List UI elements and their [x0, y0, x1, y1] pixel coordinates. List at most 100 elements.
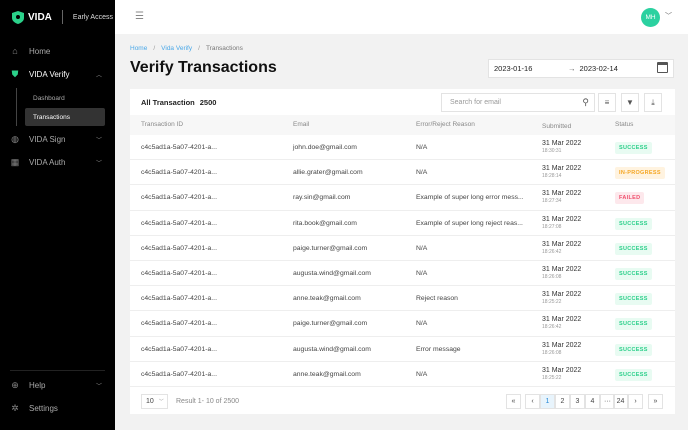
reason: N/A — [416, 144, 428, 151]
chevron-up-icon: ︿ — [95, 72, 102, 79]
breadcrumb-vida-verify[interactable]: Vida Verify — [161, 45, 192, 52]
fingerprint-icon: ◍ — [11, 133, 19, 144]
sidebar-item-label: Home — [29, 46, 51, 56]
sidebar-subitem-dashboard[interactable]: Dashboard — [25, 89, 105, 107]
calendar-icon[interactable] — [657, 62, 668, 73]
per-page-select[interactable]: 10 ﹀ — [141, 394, 168, 409]
end-date[interactable]: 2023-02-14 — [580, 64, 618, 73]
submitted: 31 Mar 2022 18:25:22 — [542, 366, 582, 381]
breadcrumb-current: Transactions — [205, 45, 243, 52]
search-input[interactable]: Search for email ⚲ — [441, 93, 595, 112]
transaction-id[interactable]: c4c5ad1a-5a07-4201-a... — [141, 295, 217, 302]
sidebar-item-settings[interactable]: ✲ Settings — [0, 398, 115, 418]
table-row[interactable]: c4c5ad1a-5a07-4201-a... paige.turner@gmai… — [130, 311, 675, 337]
sidebar-item-vida-verify[interactable]: ⛊ VIDA Verify ︿ — [0, 64, 115, 84]
sidebar-item-vida-sign[interactable]: ◍ VIDA Sign ﹀ — [0, 129, 115, 149]
sidebar-item-help[interactable]: ⊕ Help ﹀ — [0, 375, 115, 395]
column-header-reason: Error/Reject Reason — [416, 121, 475, 128]
reason: Example of super long reject reas... — [416, 219, 523, 227]
vida-shield-icon — [12, 10, 24, 24]
gear-icon: ✲ — [11, 402, 19, 413]
sidebar-item-label: VIDA Verify — [29, 69, 70, 79]
breadcrumb: Home / Vida Verify / Transactions — [130, 45, 243, 52]
email: augusta.wind@gmail.com — [293, 269, 371, 277]
table-row[interactable]: c4c5ad1a-5a07-4201-a... rita.book@gmail.c… — [130, 211, 675, 236]
next-page-button[interactable]: › — [628, 394, 643, 409]
transaction-id[interactable]: c4c5ad1a-5a07-4201-a... — [141, 371, 217, 378]
logo[interactable]: VIDA Early Access — [12, 10, 113, 24]
submitted: 31 Mar 2022 18:28:14 — [542, 165, 582, 180]
reason: Example of super long error mess... — [416, 194, 524, 202]
reason: N/A — [416, 269, 428, 277]
status-badge: SUCCESS — [615, 293, 652, 306]
table-row[interactable]: c4c5ad1a-5a07-4201-a... augusta.wind@gmai… — [130, 337, 675, 362]
transaction-id[interactable]: c4c5ad1a-5a07-4201-a... — [141, 220, 217, 227]
filter-button[interactable]: ▼ — [621, 93, 639, 112]
status-badge: IN-PROGRESS — [615, 167, 665, 180]
chevron-down-icon: ﹀ — [95, 160, 102, 167]
column-header-status: Status — [615, 121, 634, 128]
email: anne.teak@gmail.com — [293, 295, 361, 303]
page-button[interactable]: 1 — [540, 394, 555, 409]
collapse-menu-icon[interactable]: ☰ — [135, 11, 144, 22]
status-badge: SUCCESS — [615, 343, 652, 356]
avatar[interactable]: MH — [641, 8, 660, 27]
submitted: 31 Mar 2022 18:26:08 — [542, 265, 582, 280]
table-row[interactable]: c4c5ad1a-5a07-4201-a... paige.turner@gmai… — [130, 236, 675, 261]
email: john.doe@gmail.com — [293, 144, 357, 151]
email: augusta.wind@gmail.com — [293, 345, 371, 353]
submitted: 31 Mar 2022 18:26:42 — [542, 240, 582, 255]
result-summary: Result 1- 10 of 2500 — [176, 398, 240, 405]
transaction-id[interactable]: c4c5ad1a-5a07-4201-a... — [141, 169, 217, 176]
reason: Reject reason — [416, 295, 458, 303]
status-badge: SUCCESS — [615, 368, 652, 381]
status-badge: SUCCESS — [615, 242, 652, 255]
page-button[interactable]: 24 — [613, 394, 628, 409]
chevron-down-icon[interactable]: ﹀ — [665, 11, 672, 21]
table-row[interactable]: c4c5ad1a-5a07-4201-a... augusta.wind@gmai… — [130, 261, 675, 287]
prev-page-button[interactable]: ‹ — [525, 394, 540, 409]
transaction-id[interactable]: c4c5ad1a-5a07-4201-a... — [141, 320, 217, 327]
logo-text: VIDA — [28, 11, 52, 23]
column-header-submitted[interactable]: Submitted — [542, 123, 571, 130]
sidebar-item-vida-auth[interactable]: ▦ VIDA Auth ﹀ — [0, 152, 115, 172]
submitted: 31 Mar 2022 18:27:34 — [542, 190, 582, 205]
table-row[interactable]: c4c5ad1a-5a07-4201-a... ray.sin@gmail.com… — [130, 185, 675, 211]
transaction-id[interactable]: c4c5ad1a-5a07-4201-a... — [141, 270, 217, 277]
status-badge: SUCCESS — [615, 267, 652, 280]
page-title: Verify Transactions — [130, 59, 277, 76]
sidebar-item-label: VIDA Auth — [29, 157, 66, 167]
page-button[interactable]: 2 — [555, 394, 570, 409]
start-date[interactable]: 2023-01-16 — [494, 64, 564, 73]
transaction-id[interactable]: c4c5ad1a-5a07-4201-a... — [141, 245, 217, 252]
email: anne.teak@gmail.com — [293, 370, 361, 378]
page-button[interactable]: 4 — [585, 394, 600, 409]
first-page-button[interactable]: « — [506, 394, 521, 409]
table-row[interactable]: c4c5ad1a-5a07-4201-a... anne.teak@gmail.c… — [130, 362, 675, 387]
last-page-button[interactable]: » — [648, 394, 663, 409]
chevron-down-icon: ﹀ — [95, 137, 102, 144]
search-icon: ⚲ — [582, 97, 589, 107]
transaction-id[interactable]: c4c5ad1a-5a07-4201-a... — [141, 144, 217, 151]
shield-check-icon: ⛊ — [11, 68, 19, 79]
reason: Error message — [416, 345, 461, 353]
date-range-picker[interactable]: 2023-01-16 → 2023-02-14 — [488, 59, 674, 78]
column-header-email: Email — [293, 121, 310, 128]
table-row[interactable]: c4c5ad1a-5a07-4201-a... allie.grater@gmai… — [130, 160, 675, 186]
arrow-right-icon: → — [568, 64, 576, 73]
download-button[interactable]: ⤓ — [644, 93, 662, 112]
sidebar-subitem-transactions[interactable]: Transactions — [25, 108, 105, 126]
table-row[interactable]: c4c5ad1a-5a07-4201-a... john.doe@gmail.co… — [130, 135, 675, 161]
page-button[interactable]: 3 — [570, 394, 585, 409]
transaction-id[interactable]: c4c5ad1a-5a07-4201-a... — [141, 346, 217, 353]
table-row[interactable]: c4c5ad1a-5a07-4201-a... anne.teak@gmail.c… — [130, 286, 675, 312]
status-badge: SUCCESS — [615, 142, 652, 154]
sidebar-item-home[interactable]: ⌂ Home — [0, 41, 115, 61]
reason: N/A — [416, 370, 428, 378]
sort-button[interactable]: ≡ — [598, 93, 616, 112]
column-header-id: Transaction ID — [141, 121, 184, 128]
sidebar-item-label: Settings — [29, 403, 58, 413]
transaction-id[interactable]: c4c5ad1a-5a07-4201-a... — [141, 194, 217, 201]
topbar: ☰ MH ﹀ — [115, 0, 688, 34]
breadcrumb-home[interactable]: Home — [130, 45, 147, 52]
